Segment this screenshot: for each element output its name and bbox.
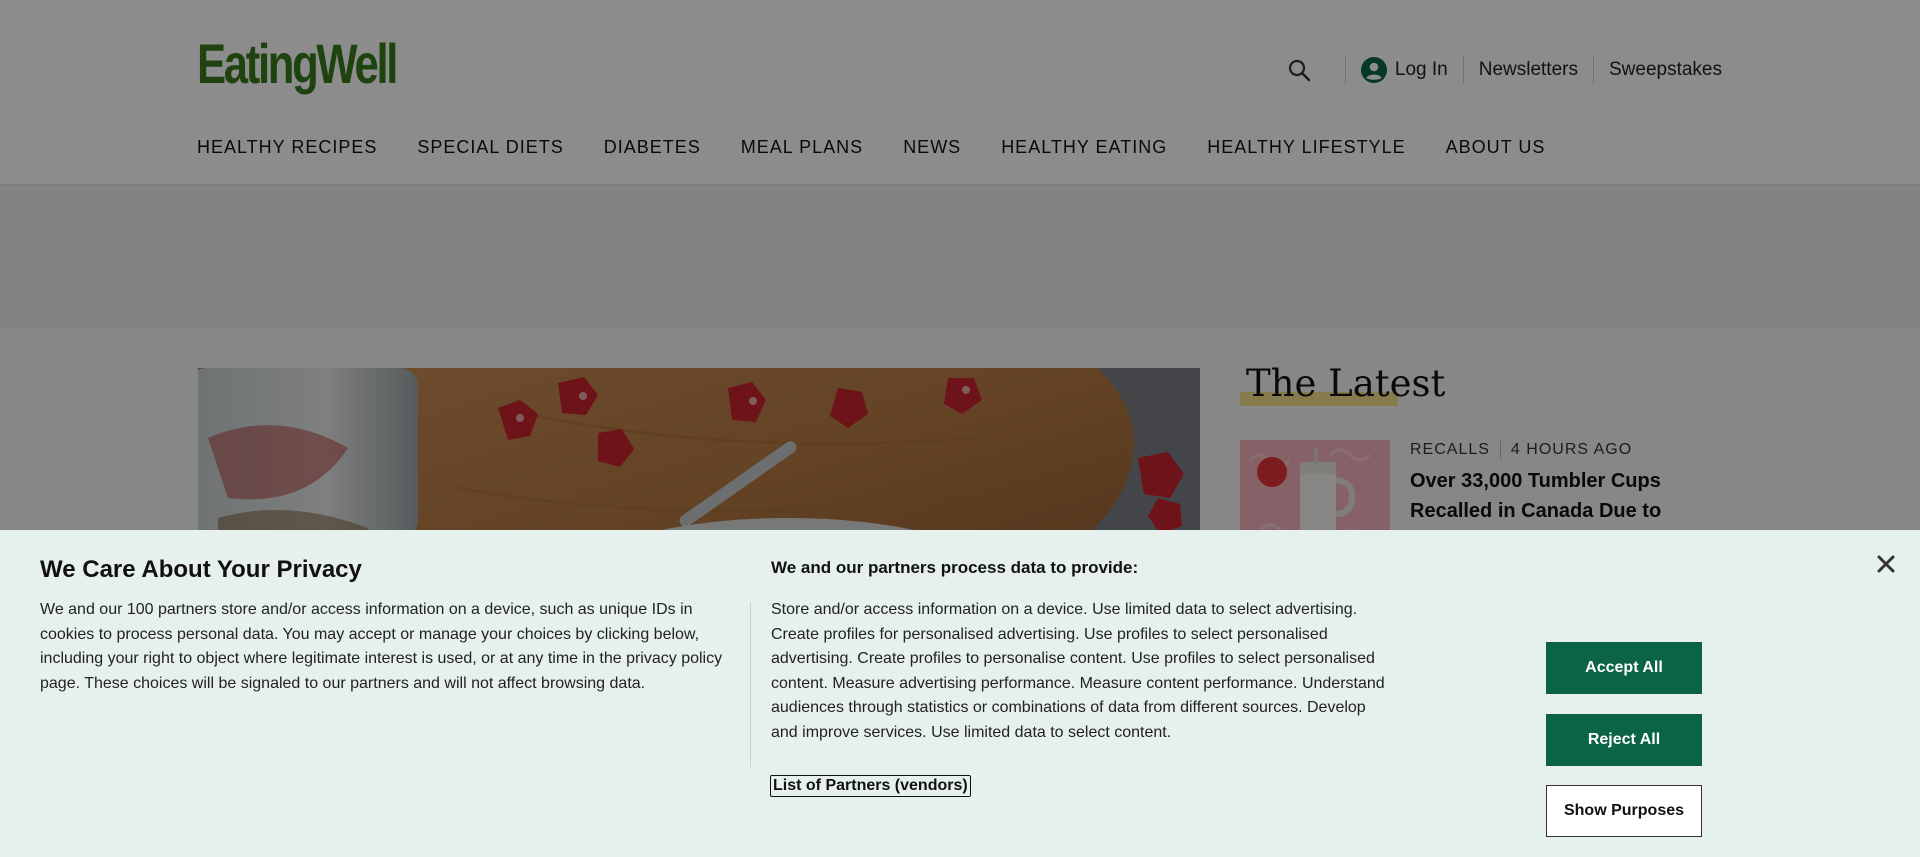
accept-all-button[interactable]: Accept All <box>1546 642 1702 694</box>
close-icon[interactable] <box>1872 550 1900 578</box>
show-purposes-button[interactable]: Show Purposes <box>1546 785 1702 837</box>
list-of-partners-link[interactable]: List of Partners (vendors) <box>770 775 971 797</box>
reject-all-button[interactable]: Reject All <box>1546 714 1702 766</box>
purposes-title: We and our partners process data to prov… <box>771 558 1139 577</box>
consent-description: We and our 100 partners store and/or acc… <box>40 601 723 692</box>
privacy-consent-banner: We Care About Your Privacy We and our 10… <box>0 530 1920 857</box>
consent-divider <box>750 602 751 767</box>
purposes-list: Store and/or access information on a dev… <box>771 601 1385 741</box>
consent-title: We Care About Your Privacy <box>40 556 362 583</box>
